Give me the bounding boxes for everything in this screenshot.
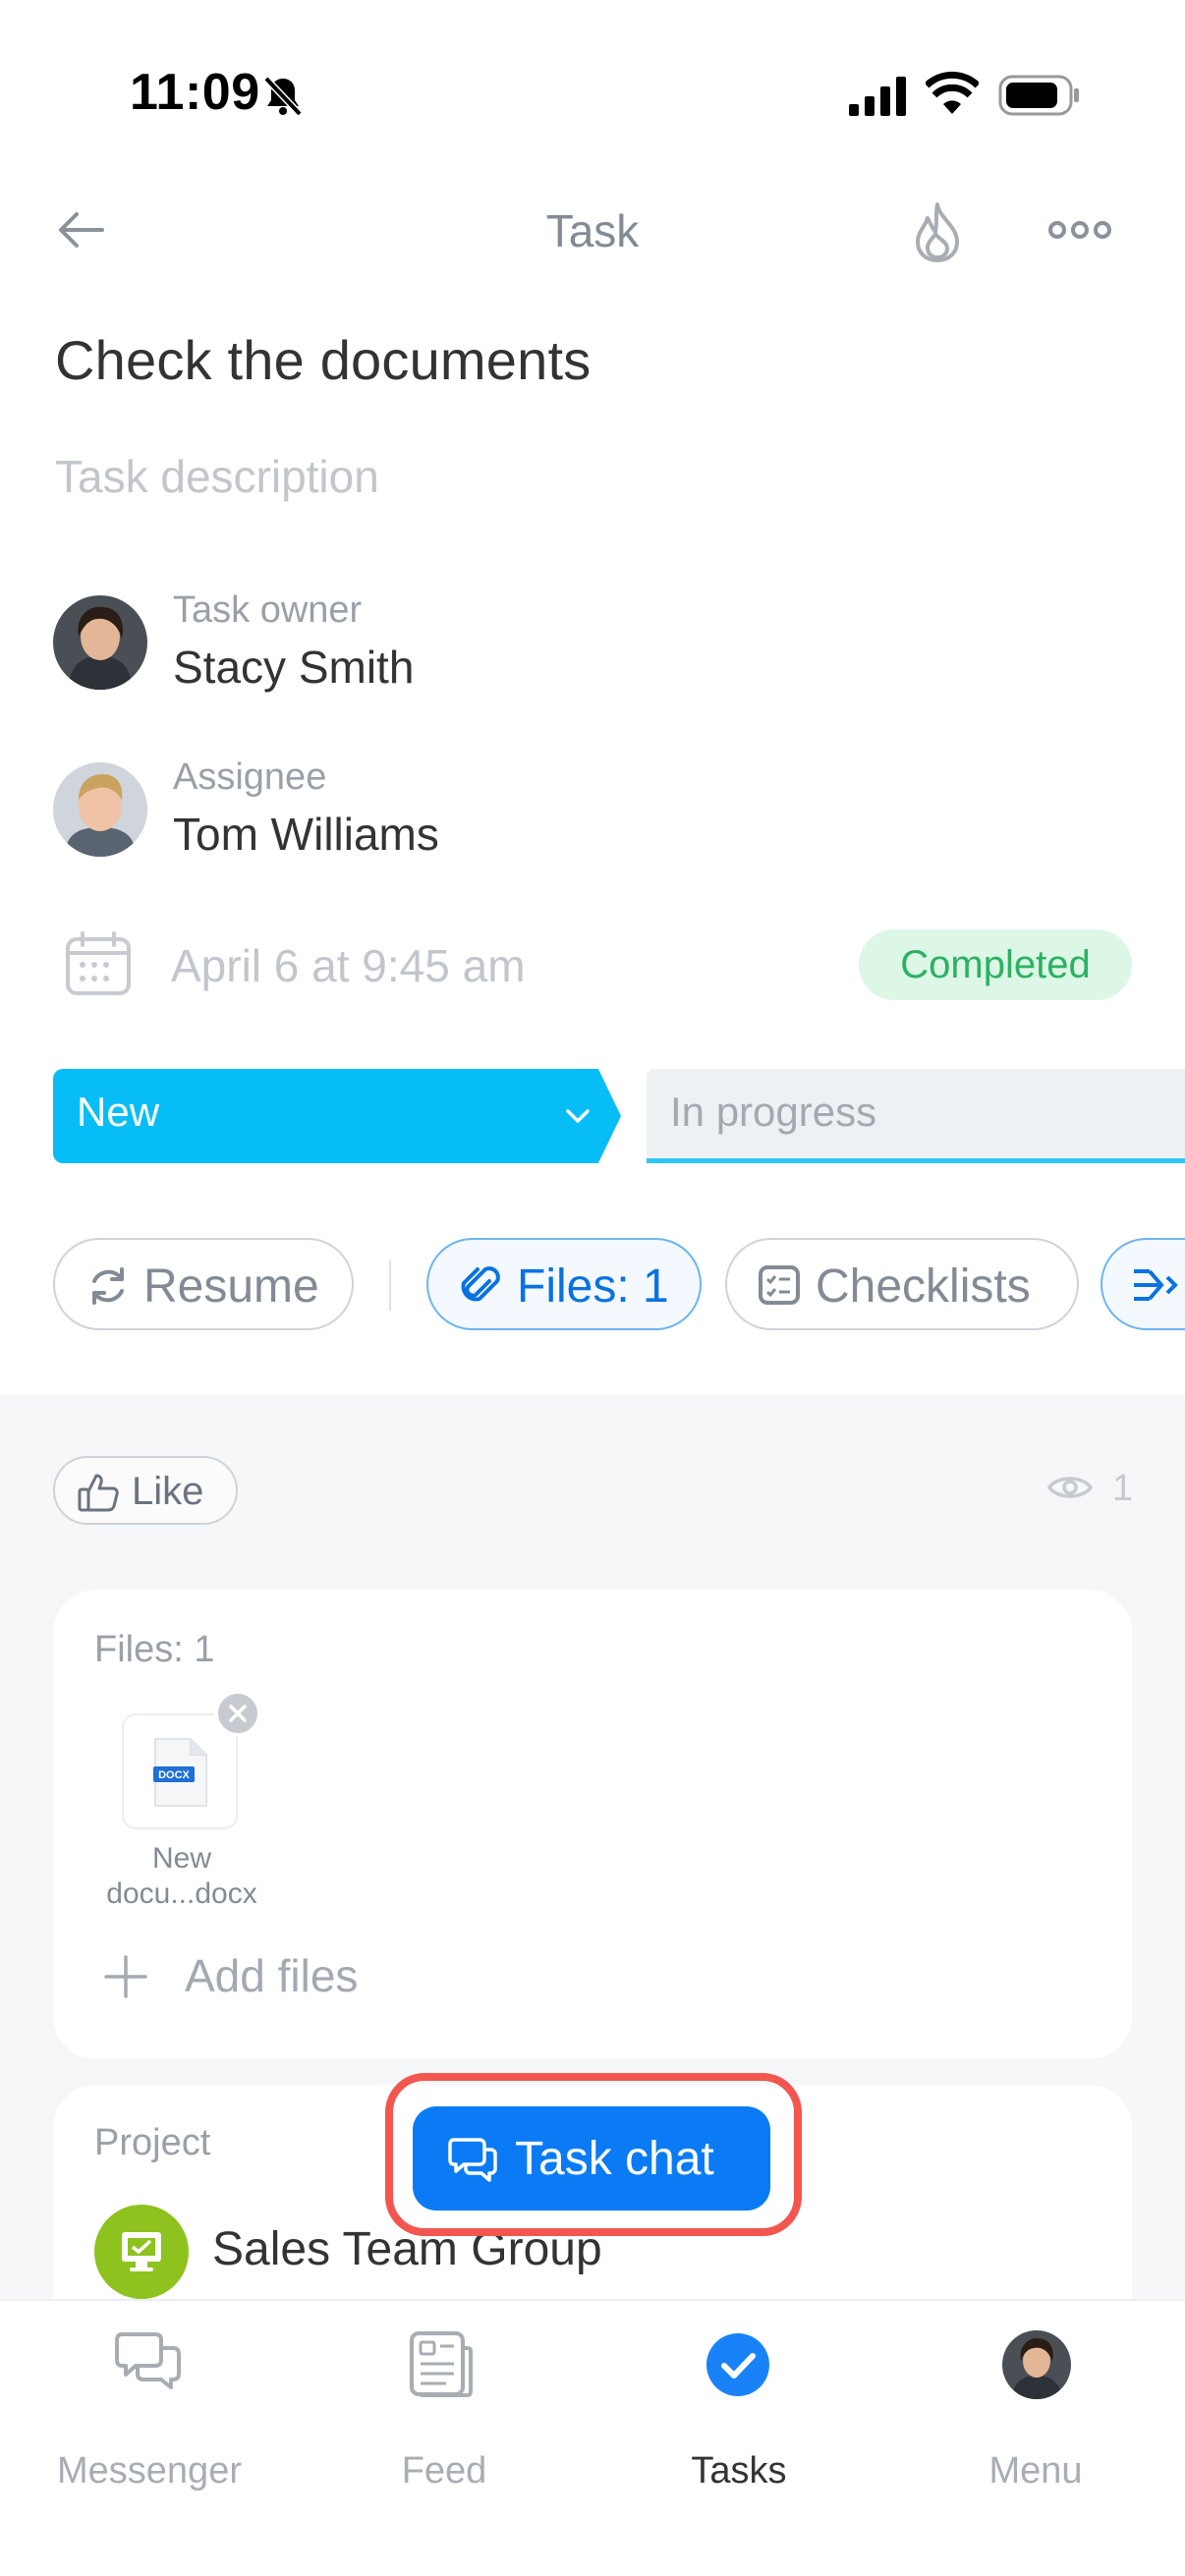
files-label: Files: 1 bbox=[517, 1260, 669, 1313]
task-description-field[interactable]: Task description bbox=[55, 450, 379, 503]
status-bar: 11:09 bbox=[0, 0, 1185, 187]
add-files-label: Add files bbox=[185, 1950, 359, 2001]
owner-avatar bbox=[53, 595, 147, 690]
resume-button[interactable]: Resume bbox=[53, 1238, 354, 1330]
more-options-icon[interactable] bbox=[1047, 218, 1112, 242]
bell-muted-icon bbox=[263, 76, 303, 117]
remove-file-button[interactable] bbox=[214, 1690, 261, 1737]
stage-in-progress[interactable]: In progress bbox=[647, 1069, 1185, 1163]
checklist-icon bbox=[759, 1265, 800, 1305]
stage-new-label: New bbox=[77, 1089, 160, 1135]
feed-icon bbox=[410, 2331, 473, 2397]
plus-icon bbox=[104, 1955, 147, 1998]
like-label: Like bbox=[132, 1470, 204, 1513]
owner-name: Stacy Smith bbox=[173, 642, 415, 693]
nav-feed[interactable]: Feed bbox=[297, 2330, 592, 2527]
files-button[interactable]: Files: 1 bbox=[426, 1238, 702, 1330]
messenger-icon bbox=[115, 2332, 181, 2389]
refresh-icon bbox=[92, 1267, 124, 1305]
views-count: 1 bbox=[1112, 1468, 1134, 1509]
owner-role-label: Task owner bbox=[173, 589, 363, 631]
task-title[interactable]: Check the documents bbox=[55, 328, 591, 392]
group-workspace-icon bbox=[122, 2232, 161, 2271]
project-group-icon bbox=[94, 2205, 189, 2299]
files-card-label: Files: 1 bbox=[94, 1629, 215, 1670]
file-thumbnail[interactable]: DOCX bbox=[122, 1713, 238, 1829]
like-button[interactable]: Like bbox=[53, 1456, 238, 1525]
close-icon bbox=[229, 1705, 247, 1722]
nav-menu[interactable]: Menu bbox=[888, 2330, 1183, 2527]
stage-in-progress-label: In progress bbox=[670, 1089, 877, 1135]
deadline-text[interactable]: April 6 at 9:45 am bbox=[171, 939, 526, 992]
battery-icon bbox=[998, 75, 1079, 116]
eye-icon bbox=[1047, 1477, 1093, 1498]
header-title: Task bbox=[545, 205, 640, 256]
status-badge: Completed bbox=[859, 929, 1132, 1000]
nav-messenger-label: Messenger bbox=[57, 2450, 242, 2492]
more-actions-button[interactable] bbox=[1100, 1238, 1185, 1330]
checklists-button[interactable]: Checklists bbox=[725, 1238, 1079, 1330]
assignee-name: Tom Williams bbox=[173, 809, 439, 860]
resume-label: Resume bbox=[143, 1260, 319, 1313]
thumbs-up-icon bbox=[78, 1474, 119, 1512]
file-name[interactable]: New docu...docx bbox=[73, 1841, 291, 1912]
flow-icon bbox=[1134, 1269, 1178, 1301]
docx-file-icon: DOCX bbox=[153, 1738, 207, 1807]
chip-divider bbox=[389, 1260, 391, 1311]
nav-tasks-label: Tasks bbox=[691, 2450, 787, 2492]
task-chat-label: Task chat bbox=[515, 2133, 714, 2185]
assignee-avatar bbox=[53, 762, 147, 857]
docx-badge-text: DOCX bbox=[158, 1769, 190, 1781]
tasks-check-icon bbox=[706, 2333, 769, 2396]
add-files-button[interactable]: Add files bbox=[104, 1950, 358, 2003]
cellular-signal-icon bbox=[849, 77, 906, 116]
nav-tasks[interactable]: Tasks bbox=[592, 2330, 886, 2527]
checklists-label: Checklists bbox=[816, 1260, 1031, 1313]
status-time: 11:09 bbox=[130, 64, 260, 121]
wifi-icon bbox=[926, 71, 979, 114]
file-name-line-2: docu...docx bbox=[106, 1877, 257, 1910]
nav-feed-label: Feed bbox=[401, 2450, 487, 2492]
calendar-icon bbox=[66, 931, 131, 995]
file-name-line-1: New bbox=[151, 1842, 211, 1875]
chevron-down-icon bbox=[566, 1109, 590, 1123]
menu-avatar bbox=[1002, 2330, 1071, 2399]
files-card: Files: 1 DOCX New docu...docx Add files bbox=[53, 1590, 1132, 2059]
nav-menu-label: Menu bbox=[988, 2450, 1083, 2492]
paperclip-icon bbox=[461, 1266, 500, 1302]
flame-icon[interactable] bbox=[910, 200, 965, 263]
project-label: Project bbox=[94, 2122, 211, 2163]
stage-new[interactable]: New bbox=[53, 1069, 621, 1163]
chat-bubbles-icon bbox=[448, 2138, 497, 2182]
assignee-role-label: Assignee bbox=[173, 756, 327, 798]
bottom-navigation: Messenger Feed Tasks Menu bbox=[0, 2299, 1185, 2576]
task-chat-button[interactable]: Task chat bbox=[413, 2106, 770, 2211]
nav-messenger[interactable]: Messenger bbox=[2, 2330, 297, 2527]
